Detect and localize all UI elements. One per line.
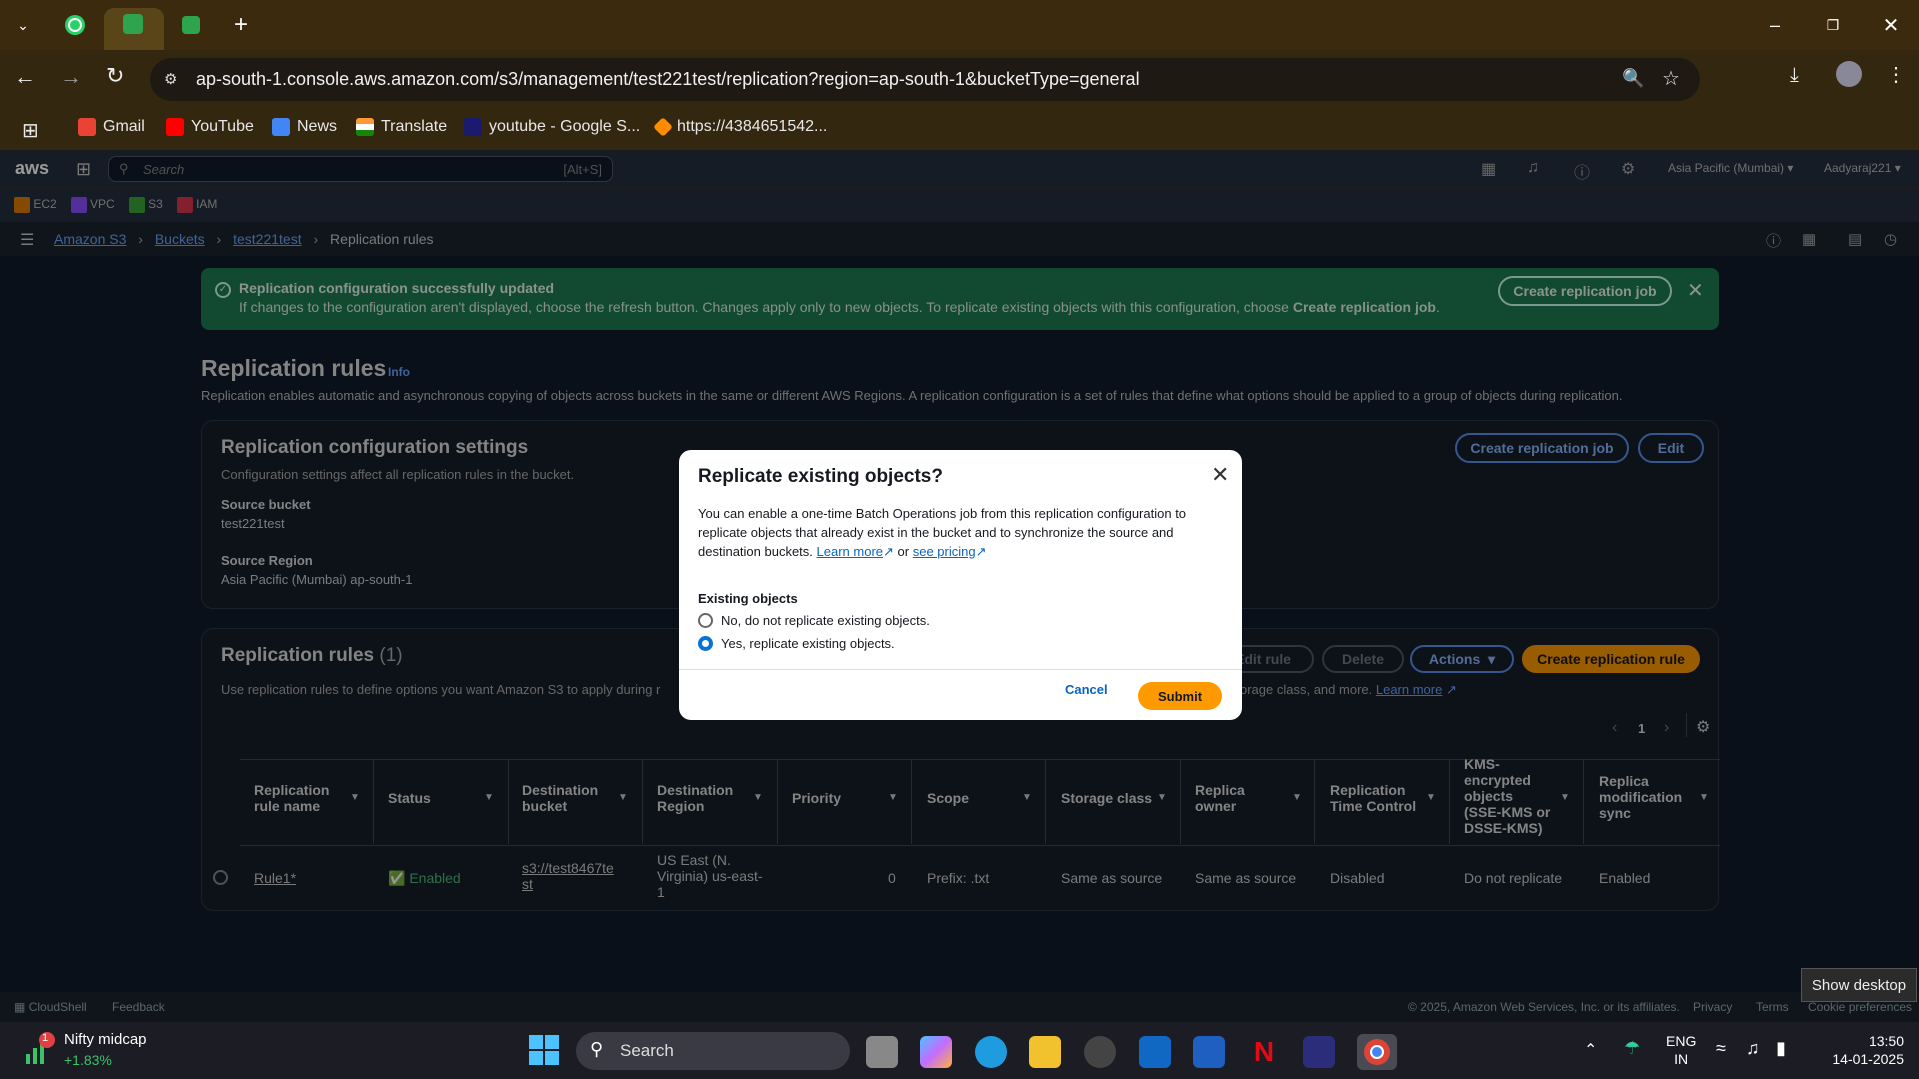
see-pricing-link[interactable]: see pricing xyxy=(913,544,976,559)
wifi-icon[interactable]: ≈ xyxy=(1716,1038,1726,1059)
cube-icon xyxy=(653,117,673,137)
battery-icon[interactable]: ▮ xyxy=(1776,1038,1786,1059)
new-tab-button[interactable]: + xyxy=(226,10,256,40)
netflix-icon[interactable]: N xyxy=(1248,1036,1280,1068)
amazon-music-icon[interactable] xyxy=(1303,1036,1335,1068)
start-windows-icon[interactable] xyxy=(528,1034,560,1066)
bookmarks-bar: ⊞ Gmail YouTube News Translate youtube -… xyxy=(0,108,1919,150)
outlook-icon[interactable] xyxy=(1139,1036,1171,1068)
menu-icon[interactable]: ⋮ xyxy=(1886,62,1906,87)
site-info-icon[interactable]: ⚙ xyxy=(164,70,177,88)
minimize-button[interactable]: – xyxy=(1760,10,1790,40)
widget-value: +1.83% xyxy=(64,1052,112,1068)
chrome-active-icon[interactable] xyxy=(1357,1034,1397,1070)
tab-list-chevron-icon[interactable]: ⌄ xyxy=(8,10,38,40)
news-icon xyxy=(272,118,290,136)
taskbar-search[interactable]: ⚲ Search xyxy=(576,1032,850,1070)
bookmark-youtube-google[interactable]: youtube - Google S... xyxy=(464,118,640,136)
modal-title: Replicate existing objects? xyxy=(698,466,943,487)
whatsapp-tab[interactable] xyxy=(60,10,90,40)
radio-yes-selected[interactable] xyxy=(698,636,713,651)
close-icon[interactable]: ✕ xyxy=(1211,462,1229,488)
apps-grid-icon[interactable]: ⊞ xyxy=(22,118,39,143)
s3-favicon-icon xyxy=(123,14,143,34)
su-icon xyxy=(464,118,482,136)
reload-icon[interactable]: ↻ xyxy=(106,63,124,89)
edge-icon[interactable] xyxy=(975,1036,1007,1068)
s3-tab[interactable] xyxy=(176,10,206,40)
radio-no[interactable] xyxy=(698,613,713,628)
show-desktop-tooltip: Show desktop xyxy=(1801,968,1917,1002)
security-shield-icon[interactable]: ☂ xyxy=(1624,1038,1640,1059)
restore-button[interactable]: ❐ xyxy=(1818,10,1848,40)
chrome-icon xyxy=(1364,1039,1390,1065)
bookmark-gmail[interactable]: Gmail xyxy=(78,118,145,136)
volume-icon[interactable]: ♫ xyxy=(1746,1038,1760,1059)
replicate-existing-dialog: Replicate existing objects? ✕ You can en… xyxy=(679,450,1242,720)
search-icon: ⚲ xyxy=(590,1039,604,1059)
youtube-icon xyxy=(166,118,184,136)
close-window-button[interactable]: ✕ xyxy=(1876,10,1906,40)
language-indicator[interactable]: ENG IN xyxy=(1666,1032,1696,1068)
india-flag-icon xyxy=(356,118,374,136)
chart-up-icon xyxy=(26,1032,55,1064)
external-link-icon: ↗ xyxy=(975,544,987,559)
chevron-up-icon[interactable]: ⌃ xyxy=(1584,1040,1597,1060)
task-view-icon[interactable] xyxy=(866,1036,898,1068)
bookmark-star-icon[interactable]: ☆ xyxy=(1662,66,1680,91)
widget-title[interactable]: Nifty midcap xyxy=(64,1031,147,1048)
bookmark-link[interactable]: https://4384651542... xyxy=(653,117,827,137)
profile-avatar[interactable] xyxy=(1836,61,1862,87)
windows-taskbar: 1 Nifty midcap +1.83% ⚲ Search N ⌃ ☂ ENG… xyxy=(0,1022,1919,1079)
option-yes[interactable]: Yes, replicate existing objects. xyxy=(698,636,895,651)
store-icon[interactable] xyxy=(1193,1036,1225,1068)
browser-tab-bar: ⌄ + – ❐ ✕ xyxy=(0,0,1919,50)
download-icon[interactable]: ⤓ xyxy=(1790,64,1799,87)
back-icon[interactable]: ← xyxy=(14,64,36,90)
s3-favicon-icon xyxy=(182,16,200,34)
bookmark-news[interactable]: News xyxy=(272,118,337,136)
forward-icon[interactable]: → xyxy=(60,64,82,90)
bookmark-translate[interactable]: Translate xyxy=(356,118,447,136)
copilot-icon[interactable] xyxy=(920,1036,952,1068)
windows-logo-icon xyxy=(529,1035,559,1065)
omnibox[interactable]: ⚙ ap-south-1.console.aws.amazon.com/s3/m… xyxy=(150,58,1700,101)
existing-objects-label: Existing objects xyxy=(698,591,798,606)
whatsapp-icon xyxy=(65,15,85,35)
url-text[interactable]: ap-south-1.console.aws.amazon.com/s3/man… xyxy=(196,69,1140,90)
cancel-button[interactable]: Cancel xyxy=(1065,682,1108,697)
file-explorer-icon[interactable] xyxy=(1029,1036,1061,1068)
clock[interactable]: 13:50 14-01-2025 xyxy=(1818,1032,1904,1068)
external-link-icon: ↗ xyxy=(883,544,894,559)
active-tab[interactable] xyxy=(104,8,164,50)
gmail-icon xyxy=(78,118,96,136)
stock-widget-icon[interactable]: 1 xyxy=(20,1032,56,1068)
learn-more-link[interactable]: Learn more xyxy=(817,544,883,559)
zoom-icon[interactable]: 🔍 xyxy=(1622,68,1644,89)
option-no[interactable]: No, do not replicate existing objects. xyxy=(698,613,930,628)
dell-icon[interactable] xyxy=(1084,1036,1116,1068)
widget-badge: 1 xyxy=(42,1032,49,1044)
bookmark-youtube[interactable]: YouTube xyxy=(166,118,254,136)
submit-button[interactable]: Submit xyxy=(1138,682,1222,710)
